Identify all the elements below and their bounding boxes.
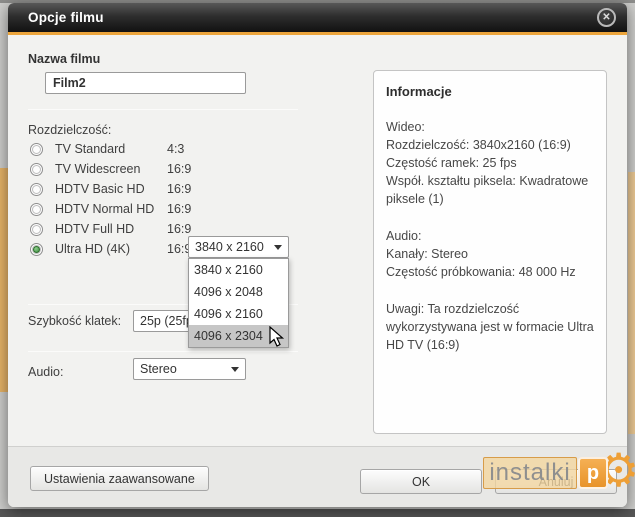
resolution-option-aspect: 16:9	[167, 222, 191, 236]
radio-selected-icon[interactable]	[30, 243, 43, 256]
radio-icon[interactable]	[30, 203, 43, 216]
info-panel: Informacje Wideo:Rozdzielczość: 3840x216…	[373, 70, 607, 434]
info-line: Wideo:	[386, 118, 594, 136]
framerate-label: Szybkość klatek:	[28, 314, 121, 328]
background-app-right	[628, 172, 635, 434]
chevron-down-icon	[231, 367, 239, 372]
movie-name-input[interactable]	[45, 72, 246, 94]
radio-icon[interactable]	[30, 183, 43, 196]
background-app-left	[0, 168, 8, 392]
info-line: Kanały: Stereo	[386, 245, 594, 263]
resolution-option[interactable]: HDTV Normal HD16:9	[28, 199, 288, 219]
dialog-titlebar: Opcje filmu ✕	[8, 3, 627, 32]
radio-icon[interactable]	[30, 163, 43, 176]
resolution-option-aspect: 16:9	[167, 162, 191, 176]
resolution-dropdown-value: 3840 x 2160	[195, 240, 264, 254]
movie-name-label: Nazwa filmu	[28, 52, 100, 66]
close-icon: ✕	[602, 12, 610, 23]
dialog-title: Opcje filmu	[8, 10, 104, 25]
dropdown-option[interactable]: 4096 x 2160	[189, 303, 288, 325]
separator	[28, 351, 298, 352]
resolution-option-label: Ultra HD (4K)	[55, 242, 167, 256]
separator	[28, 109, 298, 110]
resolution-section-label: Rozdzielczość:	[28, 123, 111, 137]
accent-divider	[8, 32, 627, 35]
resolution-option[interactable]: TV Widescreen16:9	[28, 159, 288, 179]
resolution-dropdown[interactable]: 3840 x 2160	[188, 236, 289, 258]
info-line: Współ. kształtu piksela: Kwadratowe piks…	[386, 172, 594, 208]
close-button[interactable]: ✕	[597, 8, 616, 27]
resolution-option[interactable]: HDTV Basic HD16:9	[28, 179, 288, 199]
info-audio-block: Audio:Kanały: StereoCzęstość próbkowania…	[386, 227, 594, 281]
resolution-option-label: HDTV Basic HD	[55, 182, 167, 196]
info-line: Częstość próbkowania: 48 000 Hz	[386, 263, 594, 281]
radio-icon[interactable]	[30, 143, 43, 156]
dropdown-option[interactable]: 4096 x 2048	[189, 281, 288, 303]
resolution-option-label: HDTV Normal HD	[55, 202, 167, 216]
resolution-option-label: TV Standard	[55, 142, 167, 156]
resolution-option-aspect: 16:9	[167, 202, 191, 216]
info-line: Rozdzielczość: 3840x2160 (16:9)	[386, 136, 594, 154]
resolution-option-label: HDTV Full HD	[55, 222, 167, 236]
radio-icon[interactable]	[30, 223, 43, 236]
info-panel-title: Informacje	[386, 84, 594, 99]
chevron-down-icon	[274, 245, 282, 250]
info-video-block: Wideo:Rozdzielczość: 3840x2160 (16:9)Czę…	[386, 118, 594, 208]
instalki-watermark: ⚙ instalki p	[483, 457, 608, 489]
resolution-option-label: TV Widescreen	[55, 162, 167, 176]
resolution-option[interactable]: TV Standard4:3	[28, 139, 288, 159]
info-line: Audio:	[386, 227, 594, 245]
movie-options-dialog: Opcje filmu ✕ Nazwa filmu Rozdzielczość:…	[8, 3, 627, 507]
audio-label: Audio:	[28, 365, 63, 379]
mouse-cursor-icon	[268, 326, 288, 348]
info-line: Częstość ramek: 25 fps	[386, 154, 594, 172]
advanced-settings-button[interactable]: Ustawienia zaawansowane	[30, 466, 209, 491]
audio-dropdown[interactable]: Stereo	[133, 358, 246, 380]
watermark-badge: p	[578, 457, 608, 489]
resolution-option-aspect: 16:9	[167, 182, 191, 196]
resolution-option-aspect: 4:3	[167, 142, 184, 156]
dropdown-option[interactable]: 3840 x 2160	[189, 259, 288, 281]
background-app-bottom	[0, 509, 635, 517]
watermark-text: instalki	[483, 457, 577, 489]
info-notes: Uwagi: Ta rozdzielczość wykorzystywana j…	[386, 300, 594, 354]
ok-button[interactable]: OK	[360, 469, 482, 494]
audio-dropdown-value: Stereo	[140, 362, 177, 376]
